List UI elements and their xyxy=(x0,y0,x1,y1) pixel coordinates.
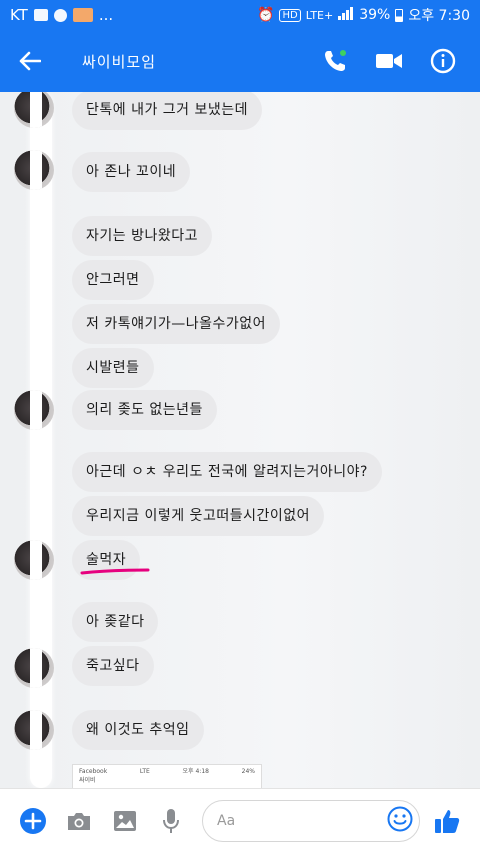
camera-icon xyxy=(68,812,90,830)
gallery-notification-icon xyxy=(33,9,48,21)
preview-time-label: 오후 4:18 xyxy=(182,768,209,775)
avatar xyxy=(14,710,54,750)
smiley-icon xyxy=(387,806,413,831)
app-notification-icon xyxy=(72,8,93,22)
image-icon xyxy=(114,810,136,831)
gallery-button[interactable] xyxy=(102,798,148,844)
avatar xyxy=(14,390,54,430)
message-bubble[interactable]: 시발련들 xyxy=(72,348,154,388)
back-arrow-icon xyxy=(19,51,41,71)
camera-button[interactable] xyxy=(56,798,102,844)
message-composer xyxy=(0,788,480,852)
plus-circle-icon xyxy=(20,807,46,834)
avatar xyxy=(14,540,54,580)
battery-icon xyxy=(395,8,404,22)
thumbs-up-icon xyxy=(435,809,460,833)
message-bubble[interactable]: 의리 좆도 없는년들 xyxy=(72,390,217,430)
preview-app-label: Facebook xyxy=(79,768,108,775)
message-bubble[interactable]: 죽고싶다 xyxy=(72,646,154,686)
message-bubble[interactable]: 자기는 방나왔다고 xyxy=(72,216,212,256)
message-bubble[interactable]: 단톡에 내가 그거 보냈는데 xyxy=(72,92,263,130)
messenger-notification-icon xyxy=(53,8,67,22)
message-bubble[interactable]: 아 좆같다 xyxy=(72,602,159,642)
battery-percent: 39% xyxy=(359,7,391,23)
message-bubble[interactable]: 아 존나 꼬이네 xyxy=(72,152,191,192)
more-notifications: ... xyxy=(98,6,114,24)
clock: 오후 7:30 xyxy=(408,8,470,24)
avatar xyxy=(14,648,54,688)
video-call-button[interactable] xyxy=(362,30,416,92)
message-bubble[interactable]: 왜 이것도 추억임 xyxy=(72,710,204,750)
voice-button[interactable] xyxy=(148,798,194,844)
alarm-icon: ⏰ xyxy=(257,7,275,23)
phone-icon xyxy=(325,50,346,71)
message-bubble[interactable]: 안그러면 xyxy=(72,260,154,300)
message-thread[interactable]: 단톡에 내가 그거 보냈는데 아 존나 꼬이네 자기는 방나왔다고 안그러면 저… xyxy=(0,92,480,788)
carrier-label: KT xyxy=(10,6,28,24)
video-camera-icon xyxy=(376,54,402,68)
network-type: LTE+ xyxy=(305,8,334,22)
back-button[interactable] xyxy=(0,30,60,92)
conversation-header: 싸이비모임 xyxy=(0,30,480,92)
avatar xyxy=(14,150,54,190)
hd-icon: HD xyxy=(279,8,301,22)
message-input-container[interactable] xyxy=(202,799,420,842)
like-button[interactable] xyxy=(424,798,470,844)
add-button[interactable] xyxy=(10,798,56,844)
status-bar: KT ... ⏰ HD LTE+ 39% 오후 7:30 xyxy=(0,0,480,30)
emoji-button[interactable] xyxy=(387,806,413,836)
preview-battery-label: 24% xyxy=(241,768,255,775)
message-bubble[interactable]: 아근데 ㅇㅊ 우리도 전국에 알려지는거아니야? xyxy=(72,452,382,492)
message-input[interactable] xyxy=(217,812,387,829)
message-bubble[interactable]: 저 카톡얘기가—나올수가없어 xyxy=(72,304,281,344)
preview-network-label: LTE xyxy=(139,768,150,775)
call-button[interactable] xyxy=(308,30,362,92)
message-bubble[interactable]: 우리지금 이렇게 웃고떠들시간이없어 xyxy=(72,496,324,536)
preview-title-label: 싸이비 xyxy=(79,777,96,784)
conversation-title[interactable]: 싸이비모임 xyxy=(82,51,156,72)
signal-icon xyxy=(338,6,354,24)
info-button[interactable] xyxy=(416,30,470,92)
highlight-underline xyxy=(80,568,150,575)
microphone-icon xyxy=(163,808,179,833)
info-icon xyxy=(430,48,456,74)
shared-screenshot-preview[interactable]: Facebook LTE 오후 4:18 24% 싸이비 xyxy=(72,764,262,788)
